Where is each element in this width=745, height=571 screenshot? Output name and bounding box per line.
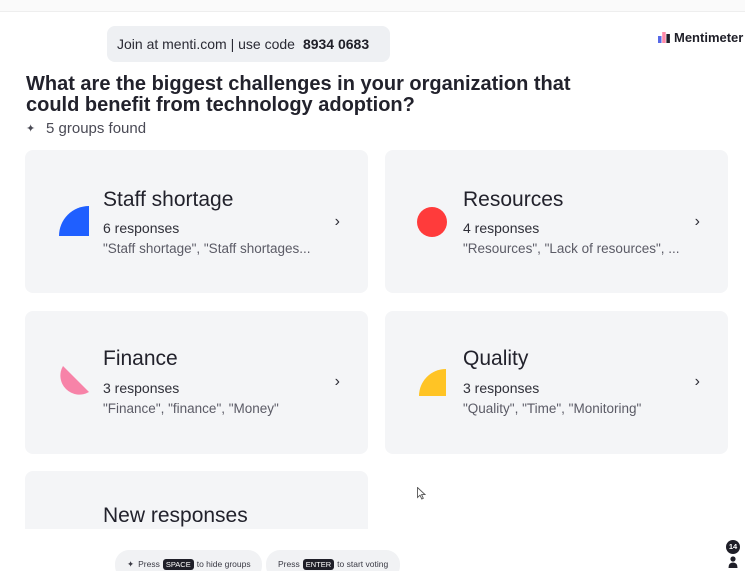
- mentimeter-logo-icon: [658, 32, 670, 43]
- group-samples: "Resources", "Lack of resources", ...: [463, 241, 680, 256]
- chevron-right-icon: ›: [694, 373, 700, 390]
- join-code: 8934 0683: [302, 36, 370, 52]
- sparkle-icon: ✦: [26, 123, 36, 135]
- hint-action: to start voting: [337, 559, 389, 569]
- semicircle-icon: [60, 366, 89, 395]
- group-response-count: 3 responses: [463, 380, 540, 396]
- question-title: What are the biggest challenges in your …: [26, 73, 571, 116]
- hint-action: to hide groups: [196, 559, 251, 569]
- groups-found-label: 5 groups found: [46, 120, 147, 137]
- mouse-cursor-icon: [417, 487, 426, 500]
- quarter-circle-icon: [59, 206, 89, 236]
- semicircle-top-icon: [419, 369, 446, 396]
- group-title: Resources: [463, 188, 564, 211]
- join-text: Join at menti.com | use code: [117, 36, 295, 52]
- group-title: Quality: [463, 347, 529, 370]
- group-card-finance[interactable]: Finance 3 responses "Finance", "finance"…: [25, 311, 368, 454]
- participant-count-badge: 14: [726, 540, 740, 554]
- groups-found: ✦ 5 groups found: [26, 120, 146, 137]
- chevron-right-icon: ›: [334, 213, 340, 230]
- group-response-count: 3 responses: [103, 380, 180, 396]
- chevron-right-icon: ›: [334, 373, 340, 390]
- participant-counter[interactable]: 14: [724, 540, 742, 571]
- group-card-resources[interactable]: Resources 4 responses "Resources", "Lack…: [385, 150, 728, 293]
- group-samples: "Finance", "finance", "Money": [103, 401, 279, 416]
- chevron-right-icon: ›: [694, 213, 700, 230]
- space-key: SPACE: [162, 559, 194, 570]
- group-card-new-responses[interactable]: New responses: [25, 471, 368, 529]
- hint-press: Press: [278, 559, 300, 569]
- brand-logo: Mentimeter: [658, 30, 743, 45]
- group-card-staff-shortage[interactable]: Staff shortage 6 responses "Staff shorta…: [25, 150, 368, 293]
- circle-icon: [417, 207, 447, 237]
- person-icon: [728, 556, 738, 568]
- group-title: Finance: [103, 347, 178, 370]
- start-voting-hint: Press ENTER to start voting: [266, 550, 400, 571]
- group-response-count: 6 responses: [103, 220, 180, 236]
- brand-name: Mentimeter: [674, 30, 744, 45]
- group-samples: "Quality", "Time", "Monitoring": [463, 401, 642, 416]
- group-response-count: 4 responses: [463, 220, 540, 236]
- top-bar: [0, 0, 745, 12]
- join-instructions: Join at menti.com | use code 8934 0683: [107, 26, 390, 62]
- enter-key: ENTER: [302, 559, 335, 570]
- hint-press: Press: [138, 559, 160, 569]
- hide-groups-hint: ✦ Press SPACE to hide groups: [115, 550, 262, 571]
- group-title: Staff shortage: [103, 188, 234, 211]
- sparkle-icon: ✦: [127, 559, 135, 569]
- group-title: New responses: [103, 504, 248, 527]
- group-samples: "Staff shortage", "Staff shortages...: [103, 241, 311, 256]
- group-card-quality[interactable]: Quality 3 responses "Quality", "Time", "…: [385, 311, 728, 454]
